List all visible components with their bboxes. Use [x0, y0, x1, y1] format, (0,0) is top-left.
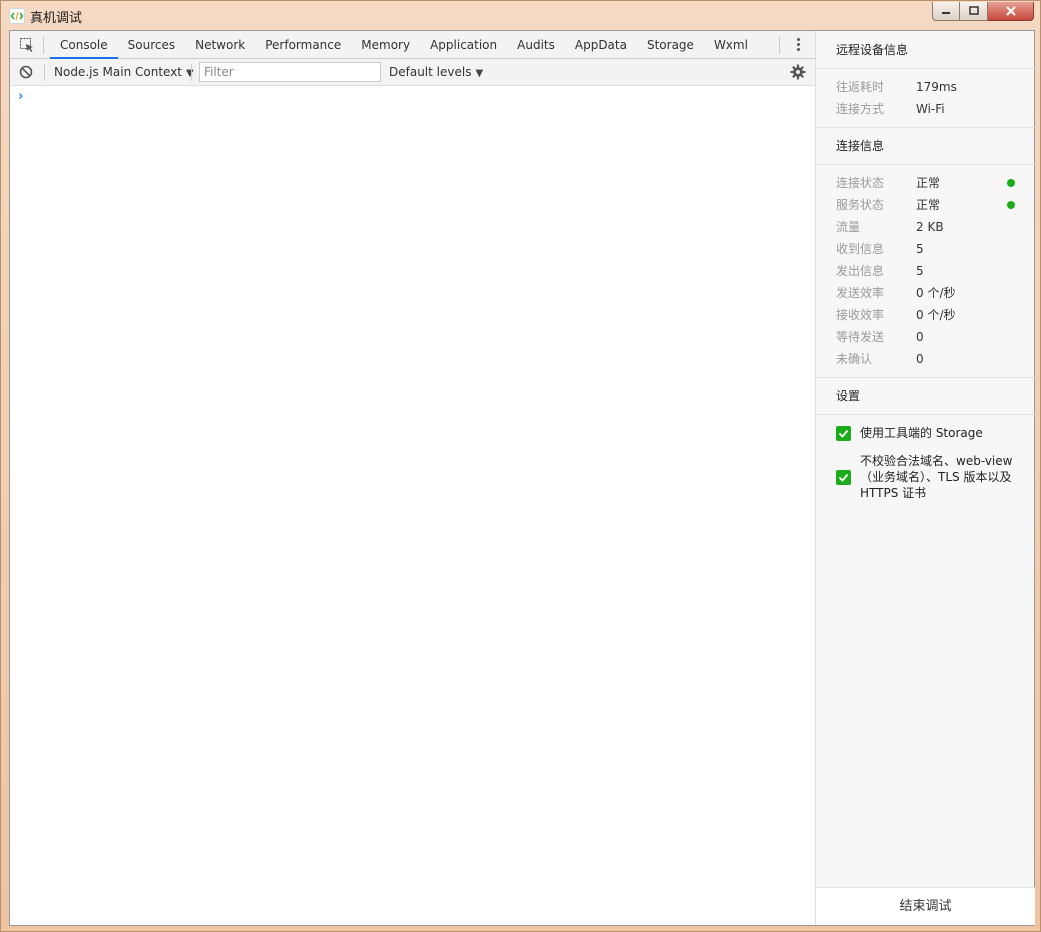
checkbox-checked-icon[interactable] [836, 426, 851, 441]
info-row: 未确认 0 [836, 348, 1026, 370]
tab-appdata[interactable]: AppData [565, 31, 637, 59]
tab-application[interactable]: Application [420, 31, 507, 59]
gear-icon[interactable] [790, 64, 806, 80]
more-options-icon[interactable] [793, 37, 803, 53]
info-row: 往返耗时 179ms [836, 76, 1026, 98]
info-row: 收到信息 5 [836, 238, 1026, 260]
chevron-down-icon: ▼ [186, 68, 194, 79]
section-title-remote-device: 远程设备信息 [816, 31, 1035, 69]
filter-input[interactable] [199, 62, 381, 82]
section-title-settings: 设置 [816, 377, 1035, 415]
info-value: 0 [916, 352, 924, 366]
info-label: 收到信息 [836, 242, 885, 256]
app-window: 真机调试 Console Sources Network Performance… [0, 0, 1041, 932]
clear-console-icon[interactable] [19, 65, 33, 79]
client-area: Console Sources Network Performance Memo… [9, 30, 1035, 926]
info-row: 发送效率 0 个/秒 [836, 282, 1026, 304]
info-row: 接收效率 0 个/秒 [836, 304, 1026, 326]
context-label: Node.js Main Context [54, 65, 183, 79]
maximize-icon [968, 6, 979, 15]
info-row: 发出信息 5 [836, 260, 1026, 282]
info-label: 连接方式 [836, 102, 885, 116]
info-label: 接收效率 [836, 308, 885, 322]
checkbox-checked-icon[interactable] [836, 470, 851, 485]
tab-sources[interactable]: Sources [118, 31, 185, 59]
divider [779, 36, 780, 54]
section-title-connection: 连接信息 [816, 127, 1035, 165]
info-value: 0 [916, 330, 924, 344]
tab-network[interactable]: Network [185, 31, 255, 59]
info-label: 往返耗时 [836, 80, 885, 94]
info-label: 流量 [836, 220, 861, 234]
tab-performance[interactable]: Performance [255, 31, 351, 59]
info-row: 连接状态 正常 [836, 172, 1026, 194]
remote-debug-panel: 远程设备信息 往返耗时 179ms 连接方式 Wi-Fi 连接信息 连接状态 正… [815, 31, 1035, 925]
info-value: Wi-Fi [916, 102, 945, 116]
maximize-button[interactable] [960, 2, 988, 21]
console-toolbar: Node.js Main Context▼ Default levels▼ [10, 59, 815, 86]
info-row: 连接方式 Wi-Fi [836, 98, 1026, 120]
info-value: 0 个/秒 [916, 308, 956, 322]
info-label: 发送效率 [836, 286, 885, 300]
divider [191, 64, 192, 81]
close-button[interactable] [988, 2, 1034, 21]
app-icon [9, 8, 25, 24]
minimize-icon [942, 12, 950, 14]
devtools-pane: Console Sources Network Performance Memo… [10, 31, 815, 925]
info-label: 服务状态 [836, 198, 885, 212]
info-row: 服务状态 正常 [836, 194, 1026, 216]
info-value: 179ms [916, 80, 957, 94]
info-value: 0 个/秒 [916, 286, 956, 300]
devtools-tabbar: Console Sources Network Performance Memo… [10, 31, 815, 59]
divider [43, 36, 44, 54]
close-icon [1005, 6, 1016, 16]
console-prompt[interactable]: › [18, 89, 23, 104]
minimize-button[interactable] [932, 2, 960, 21]
tab-console[interactable]: Console [50, 31, 118, 59]
context-selector[interactable]: Node.js Main Context ▼ [54, 59, 194, 86]
tab-wxml[interactable]: Wxml [704, 31, 758, 59]
info-row: 流量 2 KB [836, 216, 1026, 238]
tab-storage[interactable]: Storage [637, 31, 704, 59]
tab-audits[interactable]: Audits [507, 31, 565, 59]
info-value: 5 [916, 242, 924, 256]
devtools-tabs: Console Sources Network Performance Memo… [50, 31, 758, 59]
status-ok-icon [1007, 201, 1015, 209]
setting-storage-option[interactable]: 使用工具端的 Storage [836, 425, 1026, 443]
divider [44, 64, 45, 81]
title-bar[interactable]: 真机调试 [1, 1, 1041, 30]
inspect-element-icon[interactable] [19, 37, 35, 53]
info-value: 正常 [916, 176, 941, 190]
info-label: 未确认 [836, 352, 873, 366]
info-value: 2 KB [916, 220, 944, 234]
info-label: 连接状态 [836, 176, 885, 190]
levels-label: Default levels [389, 65, 472, 79]
info-value: 正常 [916, 198, 941, 212]
status-ok-icon [1007, 179, 1015, 187]
window-controls [932, 2, 1034, 22]
setting-skip-domain-check-option[interactable]: 不校验合法域名、web-view（业务域名）、TLS 版本以及 HTTPS 证书 [836, 453, 1026, 503]
end-debug-button[interactable]: 结束调试 [816, 887, 1035, 925]
chevron-down-icon: ▼ [475, 68, 484, 79]
info-value: 5 [916, 264, 924, 278]
info-label: 发出信息 [836, 264, 885, 278]
setting-label: 使用工具端的 Storage [860, 426, 983, 440]
setting-label: 不校验合法域名、web-view（业务域名）、TLS 版本以及 HTTPS 证书 [860, 454, 1013, 500]
tab-memory[interactable]: Memory [351, 31, 420, 59]
window-title: 真机调试 [30, 11, 83, 26]
log-levels-selector[interactable]: Default levels ▼ [389, 59, 483, 86]
info-row: 等待发送 0 [836, 326, 1026, 348]
info-label: 等待发送 [836, 330, 885, 344]
